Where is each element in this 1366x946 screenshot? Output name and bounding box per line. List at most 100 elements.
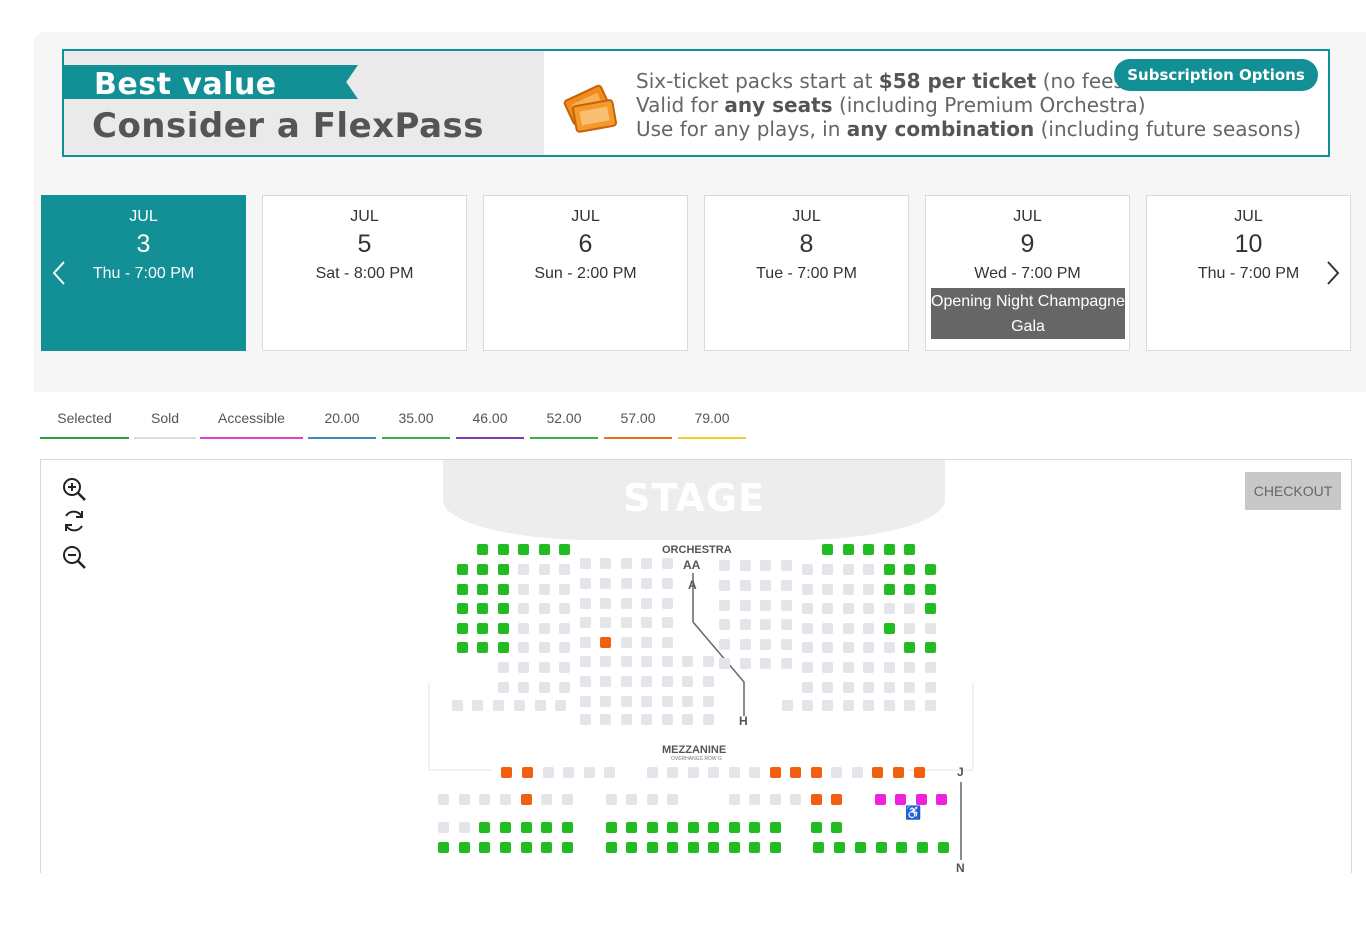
mezzanine-seat[interactable]	[667, 842, 678, 853]
mezzanine-seat[interactable]	[479, 842, 490, 853]
orchestra-seat[interactable]	[925, 642, 936, 653]
orchestra-seat[interactable]	[904, 584, 915, 595]
mezzanine-seat[interactable]	[749, 842, 760, 853]
orchestra-seat[interactable]	[904, 564, 915, 575]
mezzanine-seat[interactable]	[501, 767, 512, 778]
orchestra-seat[interactable]	[884, 584, 895, 595]
orchestra-seat[interactable]	[843, 544, 854, 555]
mezzanine-seat[interactable]	[459, 842, 470, 853]
mezzanine-seat[interactable]	[790, 767, 801, 778]
mezzanine-seat[interactable]	[876, 842, 887, 853]
orchestra-seat[interactable]	[457, 623, 468, 634]
orchestra-seat[interactable]	[477, 584, 488, 595]
legend-sold[interactable]: Sold	[134, 396, 196, 439]
mezzanine-seat[interactable]	[688, 822, 699, 833]
mezzanine-seat[interactable]	[813, 842, 824, 853]
mezzanine-seat[interactable]	[938, 842, 949, 853]
mezzanine-seat[interactable]	[708, 822, 719, 833]
mezzanine-seat[interactable]	[749, 822, 760, 833]
orchestra-seat[interactable]	[498, 623, 509, 634]
orchestra-seat[interactable]	[539, 544, 550, 555]
mezzanine-seat[interactable]	[770, 767, 781, 778]
mezzanine-seat[interactable]	[541, 822, 552, 833]
date-card-jul-6[interactable]: JUL 6 Sun - 2:00 PM	[483, 195, 688, 351]
orchestra-seat[interactable]	[477, 603, 488, 614]
orchestra-seat[interactable]	[822, 544, 833, 555]
orchestra-seat[interactable]	[884, 623, 895, 634]
orchestra-seat[interactable]	[884, 544, 895, 555]
mezzanine-seat[interactable]	[729, 822, 740, 833]
accessible-seat[interactable]	[875, 794, 886, 805]
mezzanine-seat[interactable]	[562, 822, 573, 833]
mezzanine-seat[interactable]	[521, 842, 532, 853]
mezzanine-seat[interactable]	[626, 842, 637, 853]
date-card-jul-10[interactable]: JUL 10 Thu - 7:00 PM	[1146, 195, 1351, 351]
mezzanine-seat[interactable]	[479, 822, 490, 833]
orchestra-seat[interactable]	[904, 544, 915, 555]
date-card-jul-3[interactable]: JUL 3 Thu - 7:00 PM	[41, 195, 246, 351]
orchestra-seat[interactable]	[498, 564, 509, 575]
mezzanine-seat[interactable]	[438, 842, 449, 853]
orchestra-seat[interactable]	[498, 603, 509, 614]
accessible-seat[interactable]	[895, 794, 906, 805]
seat-map[interactable]: CHECKOUT STAGE ORCHESTRA AA A H MEZZANIN…	[40, 459, 1352, 873]
mezzanine-seat[interactable]	[811, 822, 822, 833]
mezzanine-seat[interactable]	[500, 842, 511, 853]
orchestra-seat[interactable]	[925, 564, 936, 575]
mezzanine-seat[interactable]	[688, 842, 699, 853]
mezzanine-seat[interactable]	[541, 842, 552, 853]
mezzanine-seat[interactable]	[831, 822, 842, 833]
mezzanine-seat[interactable]	[811, 767, 822, 778]
mezzanine-seat[interactable]	[606, 822, 617, 833]
mezzanine-seat[interactable]	[834, 842, 845, 853]
mezzanine-seat[interactable]	[770, 822, 781, 833]
mezzanine-seat[interactable]	[917, 842, 928, 853]
chevron-right-icon[interactable]	[1322, 258, 1342, 288]
orchestra-seat[interactable]	[498, 544, 509, 555]
orchestra-seat[interactable]	[457, 603, 468, 614]
legend-price-20[interactable]: 20.00	[308, 396, 376, 439]
legend-selected[interactable]: Selected	[40, 396, 129, 439]
accessible-seat[interactable]	[916, 794, 927, 805]
flexpass-banner[interactable]: Best value Consider a FlexPass Six-ticke…	[62, 49, 1330, 157]
chevron-left-icon[interactable]	[50, 258, 70, 288]
mezzanine-seat[interactable]	[606, 842, 617, 853]
mezzanine-seat[interactable]	[626, 822, 637, 833]
orchestra-seat[interactable]	[559, 544, 570, 555]
mezzanine-seat[interactable]	[831, 794, 842, 805]
orchestra-seat[interactable]	[457, 642, 468, 653]
legend-price-35[interactable]: 35.00	[382, 396, 450, 439]
orchestra-seat[interactable]	[498, 642, 509, 653]
mezzanine-seat[interactable]	[562, 842, 573, 853]
mezzanine-seat[interactable]	[914, 767, 925, 778]
date-card-jul-9[interactable]: JUL 9 Wed - 7:00 PM Opening Night Champa…	[925, 195, 1130, 351]
subscription-options-button[interactable]: Subscription Options	[1114, 59, 1318, 91]
legend-accessible[interactable]: Accessible	[200, 396, 303, 439]
mezzanine-seat[interactable]	[522, 767, 533, 778]
orchestra-seat[interactable]	[477, 642, 488, 653]
legend-price-52[interactable]: 52.00	[530, 396, 598, 439]
orchestra-seat[interactable]	[457, 564, 468, 575]
orchestra-seat[interactable]	[863, 544, 874, 555]
mezzanine-seat[interactable]	[855, 842, 866, 853]
mezzanine-seat[interactable]	[729, 842, 740, 853]
mezzanine-seat[interactable]	[872, 767, 883, 778]
mezzanine-seat[interactable]	[770, 842, 781, 853]
legend-price-57[interactable]: 57.00	[604, 396, 672, 439]
legend-price-79[interactable]: 79.00	[678, 396, 746, 439]
orchestra-seat[interactable]	[477, 623, 488, 634]
mezzanine-seat[interactable]	[896, 842, 907, 853]
orchestra-seat[interactable]	[498, 584, 509, 595]
accessible-seat[interactable]	[936, 794, 947, 805]
orchestra-seat[interactable]	[884, 564, 895, 575]
mezzanine-seat[interactable]	[708, 842, 719, 853]
mezzanine-seat[interactable]	[647, 842, 658, 853]
mezzanine-seat[interactable]	[893, 767, 904, 778]
legend-price-46[interactable]: 46.00	[456, 396, 524, 439]
mezzanine-seat[interactable]	[811, 794, 822, 805]
orchestra-seat[interactable]	[518, 544, 529, 555]
mezzanine-seat[interactable]	[521, 794, 532, 805]
orchestra-seat[interactable]	[925, 584, 936, 595]
date-card-jul-5[interactable]: JUL 5 Sat - 8:00 PM	[262, 195, 467, 351]
mezzanine-seat[interactable]	[647, 822, 658, 833]
